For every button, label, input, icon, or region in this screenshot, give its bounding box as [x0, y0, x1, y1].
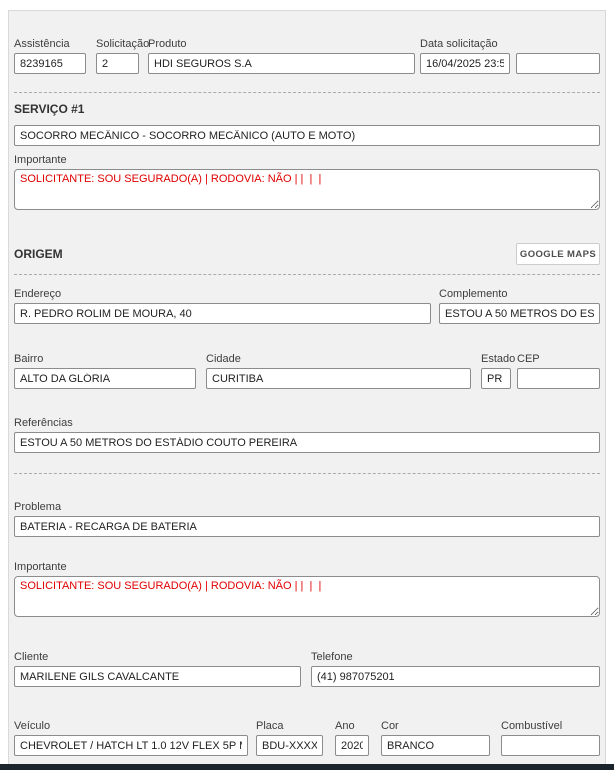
field-produto: Produto	[148, 38, 415, 74]
complemento-input[interactable]	[439, 303, 600, 324]
cep-input[interactable]	[517, 368, 600, 389]
produto-input[interactable]	[148, 53, 415, 74]
veiculo-label: Veículo	[14, 720, 248, 732]
field-data-solicitacao-extra	[516, 53, 600, 74]
referencias-input[interactable]	[14, 432, 600, 453]
separator	[14, 473, 600, 474]
vehicle-row: Veículo Placa Ano Cor Combustível	[14, 720, 600, 756]
endereco-input[interactable]	[14, 303, 431, 324]
solicitacao-label: Solicitação	[96, 38, 139, 50]
data-solicitacao-input[interactable]	[420, 53, 510, 74]
field-servico	[14, 125, 600, 146]
cor-label: Cor	[381, 720, 490, 732]
assistencia-input[interactable]	[14, 53, 86, 74]
origin-header-row: ORIGEM GOOGLE MAPS	[14, 243, 600, 265]
cidade-input[interactable]	[206, 368, 471, 389]
servico-input[interactable]	[14, 125, 600, 146]
field-endereco: Endereço	[14, 288, 431, 324]
google-maps-button[interactable]: GOOGLE MAPS	[516, 243, 600, 265]
estado-label: Estado	[481, 353, 511, 365]
client-row: Cliente Telefone	[14, 651, 600, 687]
importante-problema-textarea[interactable]: SOLICITANTE: SOU SEGURADO(A) | RODOVIA: …	[14, 576, 600, 617]
field-cor: Cor	[381, 720, 490, 756]
veiculo-input[interactable]	[14, 735, 248, 756]
telefone-input[interactable]	[311, 666, 600, 687]
separator	[14, 92, 600, 93]
importante-problema-label: Importante	[14, 561, 600, 573]
bairro-input[interactable]	[14, 368, 196, 389]
importante-servico-label: Importante	[14, 154, 600, 166]
cep-label: CEP	[517, 353, 600, 365]
estado-input[interactable]	[481, 368, 511, 389]
ano-label: Ano	[335, 720, 369, 732]
district-row: Bairro Cidade Estado CEP	[14, 353, 600, 389]
problema-label: Problema	[14, 501, 600, 513]
field-bairro: Bairro	[14, 353, 196, 389]
field-solicitacao: Solicitação	[96, 38, 139, 74]
combustivel-label: Combustível	[501, 720, 600, 732]
placa-label: Placa	[256, 720, 323, 732]
field-importante-problema: Importante SOLICITANTE: SOU SEGURADO(A) …	[14, 561, 600, 617]
field-estado: Estado	[481, 353, 511, 389]
bottom-bar	[0, 764, 614, 770]
field-veiculo: Veículo	[14, 720, 248, 756]
field-complemento: Complemento	[439, 288, 600, 324]
service-row	[14, 125, 600, 146]
data-solicitacao-label: Data solicitação	[420, 38, 510, 50]
solicitacao-input[interactable]	[96, 53, 139, 74]
data-solicitacao-extra-input[interactable]	[516, 53, 600, 74]
field-data-solicitacao: Data solicitação	[420, 38, 510, 74]
separator	[14, 274, 600, 275]
origin-heading: ORIGEM	[14, 247, 63, 261]
complemento-label: Complemento	[439, 288, 600, 300]
field-ano: Ano	[335, 720, 369, 756]
field-combustivel: Combustível	[501, 720, 600, 756]
placa-input[interactable]	[256, 735, 323, 756]
ano-input[interactable]	[335, 735, 369, 756]
service-heading: SERVIÇO #1	[14, 102, 600, 116]
problem-row: Problema	[14, 501, 600, 537]
combustivel-input[interactable]	[501, 735, 600, 756]
field-referencias: Referências	[14, 417, 600, 453]
field-telefone: Telefone	[311, 651, 600, 687]
field-problema: Problema	[14, 501, 600, 537]
bairro-label: Bairro	[14, 353, 196, 365]
importante-servico-textarea[interactable]: SOLICITANTE: SOU SEGURADO(A) | RODOVIA: …	[14, 169, 600, 210]
referencias-label: Referências	[14, 417, 600, 429]
cidade-label: Cidade	[206, 353, 471, 365]
address-row: Endereço Complemento	[14, 288, 600, 324]
field-cliente: Cliente	[14, 651, 301, 687]
summary-row: Assistência Solicitação Produto Data sol…	[14, 38, 600, 74]
field-assistencia: Assistência	[14, 38, 86, 74]
endereco-label: Endereço	[14, 288, 431, 300]
field-placa: Placa	[256, 720, 323, 756]
produto-label: Produto	[148, 38, 415, 50]
assistencia-label: Assistência	[14, 38, 86, 50]
field-cidade: Cidade	[206, 353, 471, 389]
field-importante-servico: Importante SOLICITANTE: SOU SEGURADO(A) …	[14, 154, 600, 210]
cor-input[interactable]	[381, 735, 490, 756]
telefone-label: Telefone	[311, 651, 600, 663]
references-row: Referências	[14, 417, 600, 453]
cliente-input[interactable]	[14, 666, 301, 687]
field-cep: CEP	[517, 353, 600, 389]
service-order-panel: Assistência Solicitação Produto Data sol…	[8, 10, 606, 764]
problema-input[interactable]	[14, 516, 600, 537]
cliente-label: Cliente	[14, 651, 301, 663]
